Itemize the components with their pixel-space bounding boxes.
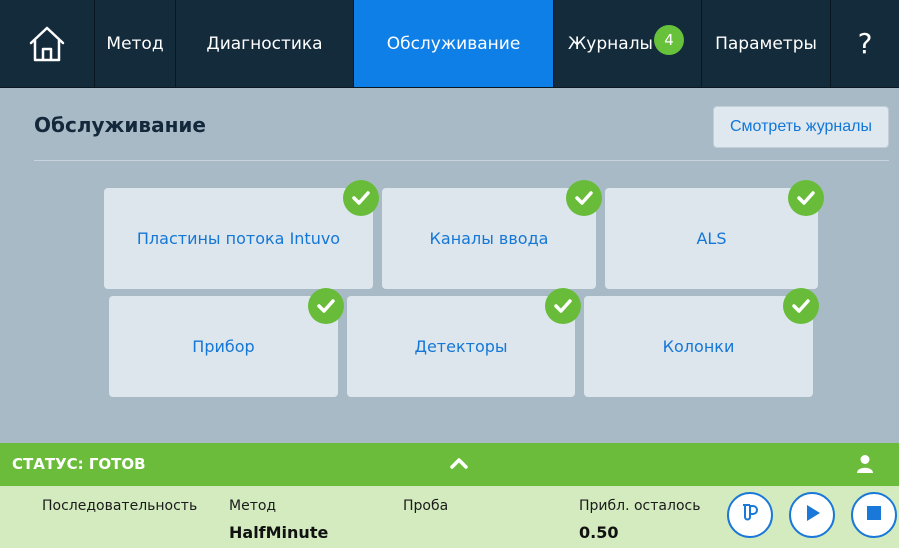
sample-vial-button[interactable]	[727, 492, 773, 538]
home-icon	[27, 23, 67, 65]
tile-intuvo-flow-chips[interactable]: Пластины потока Intuvo	[104, 180, 379, 289]
tile-als[interactable]: ALS	[605, 180, 824, 289]
sequence-label: Последовательность	[42, 498, 198, 514]
top-nav: Метод Диагностика Обслуживание Журналы 4…	[0, 0, 899, 88]
tab-method[interactable]: Метод	[95, 0, 176, 87]
remaining-value: 0.50	[579, 523, 619, 542]
tile-label: Каналы ввода	[429, 229, 549, 248]
tile-inlets[interactable]: Каналы ввода	[382, 180, 602, 289]
help-button[interactable]: ?	[831, 0, 899, 87]
method-label: Метод	[229, 498, 277, 514]
tab-diagnostics[interactable]: Диагностика	[176, 0, 354, 87]
tile-label: Детекторы	[414, 337, 508, 356]
divider	[34, 160, 889, 161]
tile-detectors[interactable]: Детекторы	[347, 288, 581, 397]
play-icon	[802, 503, 822, 527]
user-icon[interactable]	[856, 454, 874, 478]
tile-label: Пластины потока Intuvo	[136, 229, 341, 248]
tab-settings[interactable]: Параметры	[702, 0, 831, 87]
check-icon	[308, 288, 344, 324]
tile-instrument[interactable]: Прибор	[109, 288, 344, 397]
status-text: СТАТУС: ГОТОВ	[12, 455, 146, 473]
tab-method-label: Метод	[106, 33, 164, 54]
logs-count-badge: 4	[654, 25, 684, 55]
method-value: HalfMinute	[229, 523, 329, 542]
status-bar: СТАТУС: ГОТОВ	[0, 443, 899, 486]
vial-icon	[738, 501, 762, 529]
tile-label: Колонки	[662, 337, 735, 356]
tab-settings-label: Параметры	[715, 33, 817, 54]
view-logs-button[interactable]: Смотреть журналы	[713, 106, 889, 148]
check-icon	[343, 180, 379, 216]
check-icon	[566, 180, 602, 216]
tab-diagnostics-label: Диагностика	[206, 33, 323, 54]
home-button[interactable]	[0, 0, 95, 87]
chevron-up-icon[interactable]	[449, 455, 469, 474]
tab-logs[interactable]: Журналы 4	[554, 0, 702, 87]
start-button[interactable]	[789, 492, 835, 538]
tile-label: ALS	[696, 229, 727, 248]
tab-maintenance-label: Обслуживание	[386, 33, 521, 54]
sample-label: Проба	[403, 498, 449, 514]
tab-maintenance[interactable]: Обслуживание	[354, 0, 554, 87]
page-title: Обслуживание	[34, 113, 206, 137]
stop-icon	[865, 504, 883, 526]
check-icon	[783, 288, 819, 324]
check-icon	[788, 180, 824, 216]
remaining-label: Прибл. осталось	[579, 498, 701, 514]
stop-button[interactable]	[851, 492, 897, 538]
tile-label: Прибор	[192, 337, 255, 356]
tab-logs-label: Журналы	[568, 33, 653, 54]
check-icon	[545, 288, 581, 324]
tile-columns[interactable]: Колонки	[584, 288, 819, 397]
help-icon: ?	[857, 27, 873, 60]
